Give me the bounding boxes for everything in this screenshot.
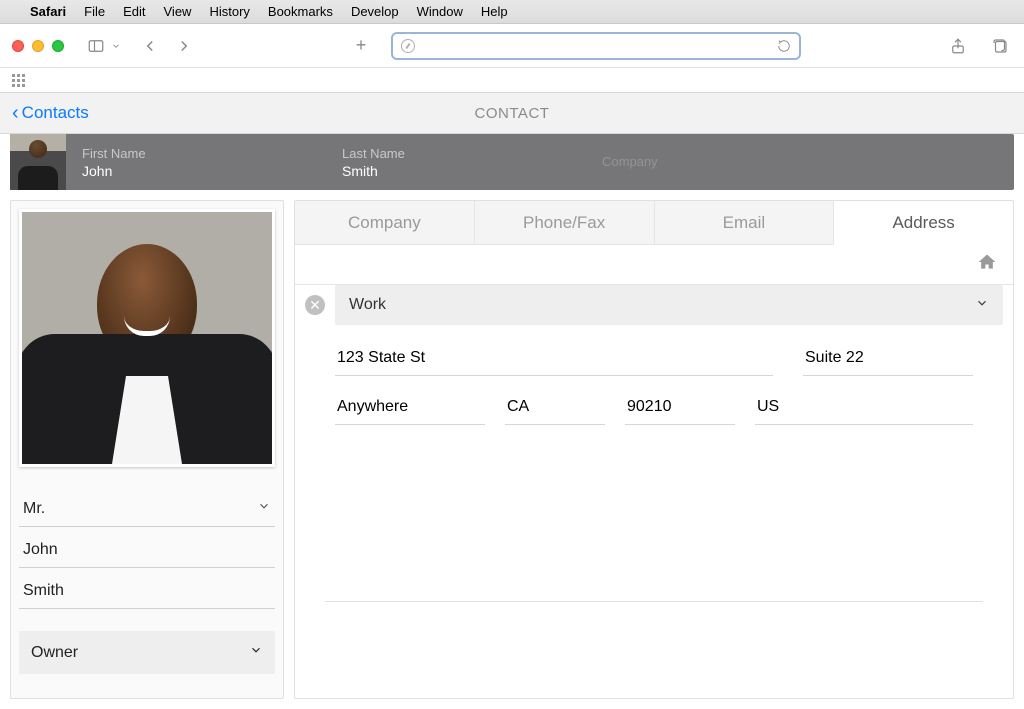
contact-thumbnail (10, 134, 66, 190)
contact-header-band: First Name John Last Name Smith Company (10, 134, 1014, 190)
country-value: US (757, 398, 779, 415)
tab-phone-fax[interactable]: Phone/Fax (475, 201, 655, 244)
favorites-grid-icon[interactable] (12, 74, 25, 87)
zip-field[interactable]: 90210 (625, 390, 735, 425)
prefix-value: Mr. (23, 500, 45, 518)
address-type-row: ✕ Work (295, 285, 1013, 325)
nav-back-button[interactable] (138, 36, 162, 56)
tabs-overview-button[interactable] (988, 36, 1012, 56)
main-area: Mr. John Smith Owner Company Phone/Fax (0, 190, 1024, 709)
address-fields: 123 State St Suite 22 Anywhere CA 90210 … (295, 325, 1013, 441)
band-first-name-label: First Name (82, 146, 342, 161)
menubar-item-help[interactable]: Help (481, 4, 508, 19)
tab-phone-fax-label: Phone/Fax (523, 213, 605, 233)
menubar-item-edit[interactable]: Edit (123, 4, 145, 19)
zip-value: 90210 (627, 398, 672, 415)
left-panel: Mr. John Smith Owner (10, 200, 284, 699)
macos-menubar: Safari File Edit View History Bookmarks … (0, 0, 1024, 24)
close-window-button[interactable] (12, 40, 24, 52)
role-value: Owner (31, 644, 78, 662)
compass-icon (401, 39, 415, 53)
contact-photo[interactable] (19, 209, 275, 467)
new-tab-button[interactable]: + (349, 36, 373, 56)
tab-address-label: Address (892, 213, 954, 233)
street-field[interactable]: 123 State St (335, 341, 773, 376)
tab-address[interactable]: Address (834, 201, 1013, 245)
chevron-left-icon: ‹ (12, 102, 19, 125)
state-field[interactable]: CA (505, 390, 605, 425)
minimize-window-button[interactable] (32, 40, 44, 52)
state-value: CA (507, 398, 529, 415)
tab-email-label: Email (723, 213, 766, 233)
back-to-contacts-link[interactable]: ‹ Contacts (12, 102, 89, 125)
safari-toolbar: + (0, 24, 1024, 68)
role-select[interactable]: Owner (19, 631, 275, 674)
sidebar-toggle-button[interactable] (84, 36, 108, 56)
street-value: 123 State St (337, 349, 425, 366)
tab-company[interactable]: Company (295, 201, 475, 244)
band-company-label: Company (602, 154, 658, 169)
address-icon-row (295, 245, 1013, 285)
detail-tabs: Company Phone/Fax Email Address (295, 201, 1013, 245)
right-panel: Company Phone/Fax Email Address ✕ Work 1… (294, 200, 1014, 699)
chevron-down-icon (257, 499, 271, 518)
divider (325, 601, 983, 602)
menubar-app-name[interactable]: Safari (30, 4, 66, 19)
tab-company-label: Company (348, 213, 421, 233)
home-icon[interactable] (977, 252, 997, 277)
back-link-label: Contacts (22, 103, 89, 123)
share-button[interactable] (946, 36, 970, 56)
suite-field[interactable]: Suite 22 (803, 341, 973, 376)
city-value: Anywhere (337, 398, 408, 415)
address-bar[interactable] (391, 32, 801, 60)
tab-email[interactable]: Email (655, 201, 835, 244)
band-last-name-label: Last Name (342, 146, 602, 161)
app-nav-bar: ‹ Contacts CONTACT (0, 92, 1024, 134)
page-title: CONTACT (475, 105, 550, 122)
menubar-item-view[interactable]: View (164, 4, 192, 19)
address-type-value: Work (349, 296, 386, 314)
menubar-item-window[interactable]: Window (417, 4, 463, 19)
band-last-name-value: Smith (342, 163, 602, 179)
traffic-lights (12, 40, 64, 52)
menubar-item-file[interactable]: File (84, 4, 105, 19)
suite-value: Suite 22 (805, 349, 864, 366)
city-field[interactable]: Anywhere (335, 390, 485, 425)
first-name-value: John (23, 541, 58, 559)
first-name-field[interactable]: John (19, 533, 275, 568)
last-name-value: Smith (23, 582, 64, 600)
menubar-item-bookmarks[interactable]: Bookmarks (268, 4, 333, 19)
favorites-bar (0, 68, 1024, 92)
fullscreen-window-button[interactable] (52, 40, 64, 52)
url-input[interactable] (421, 38, 771, 53)
address-type-select[interactable]: Work (335, 285, 1003, 325)
remove-address-button[interactable]: ✕ (305, 295, 325, 315)
nav-forward-button[interactable] (172, 36, 196, 56)
chevron-down-icon (975, 296, 989, 315)
band-first-name-value: John (82, 163, 342, 179)
chevron-down-icon (249, 643, 263, 662)
menubar-item-history[interactable]: History (209, 4, 249, 19)
last-name-field[interactable]: Smith (19, 574, 275, 609)
prefix-select[interactable]: Mr. (19, 491, 275, 527)
menubar-item-develop[interactable]: Develop (351, 4, 399, 19)
country-field[interactable]: US (755, 390, 973, 425)
reload-icon[interactable] (777, 39, 791, 53)
sidebar-dropdown-icon[interactable] (110, 36, 122, 56)
